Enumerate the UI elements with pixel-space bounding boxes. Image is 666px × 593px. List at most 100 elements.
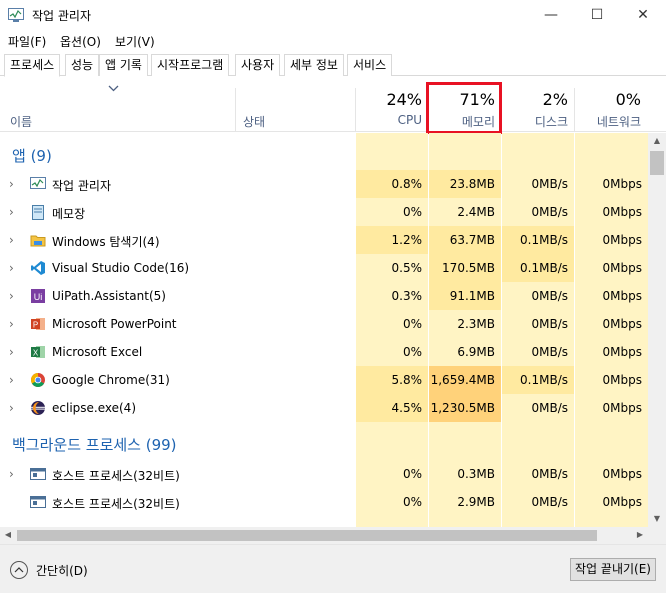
cpu-cell: 0.8% — [356, 170, 428, 198]
expand-chevron-icon[interactable]: › — [9, 467, 14, 481]
tab-performance[interactable]: 성능 — [65, 54, 100, 76]
cpu-cell: 0.3% — [391, 289, 423, 303]
memory-cell: 170.5MB — [429, 254, 501, 282]
expand-chevron-icon[interactable]: › — [9, 373, 14, 387]
vscode-icon — [30, 260, 46, 276]
expand-chevron-icon[interactable]: › — [9, 345, 14, 359]
scroll-right-arrow-icon[interactable]: ▶ — [632, 527, 648, 544]
vertical-scrollbar[interactable]: ▲ ▼ — [648, 133, 666, 527]
svg-text:Ui: Ui — [34, 292, 43, 302]
tab-services[interactable]: 서비스 — [347, 54, 393, 76]
table-row[interactable]: › Ui UiPath.Assistant(5) 0.3% 91.1MB 0MB… — [0, 282, 648, 310]
end-task-button[interactable]: 작업 끝내기(E) — [570, 558, 656, 581]
expand-chevron-icon[interactable]: › — [9, 401, 14, 415]
scroll-thumb[interactable] — [650, 151, 664, 175]
network-cell: 0Mbps — [602, 345, 642, 359]
notepad-icon — [30, 204, 46, 220]
scroll-up-arrow-icon[interactable]: ▲ — [648, 133, 666, 149]
disk-cell: 0MB/s — [531, 401, 568, 415]
tab-users[interactable]: 사용자 — [235, 54, 281, 76]
folder-icon — [30, 232, 46, 248]
expand-chevron-icon[interactable]: › — [9, 289, 14, 303]
table-row[interactable]: › Visual Studio Code(16) 0.5% 170.5MB 0.… — [0, 254, 648, 282]
close-button[interactable]: ✕ — [620, 0, 666, 31]
disk-cell: 0.1MB/s — [502, 254, 574, 282]
svg-text:P: P — [33, 321, 38, 330]
disk-cell: 0MB/s — [531, 317, 568, 331]
group-background[interactable]: 백그라운드 프로세스 (99) — [12, 434, 177, 455]
network-cell: 0Mbps — [602, 373, 642, 387]
disk-cell: 0MB/s — [531, 345, 568, 359]
table-row[interactable]: › eclipse.exe(4) 4.5% 1,230.5MB 0MB/s 0M… — [0, 394, 648, 422]
memory-column-highlight — [426, 82, 502, 134]
network-percent[interactable]: 0% — [575, 90, 641, 109]
disk-cell: 0MB/s — [531, 467, 568, 481]
cpu-cell: 0% — [402, 467, 422, 481]
tab-processes[interactable]: 프로세스 — [4, 54, 61, 77]
scroll-left-arrow-icon[interactable]: ◀ — [0, 527, 16, 544]
table-row[interactable]: › 작업 관리자 0.8% 23.8MB 0MB/s 0Mbps — [0, 170, 648, 198]
table-row[interactable]: › Google Chrome(31) 5.8% 1,659.4MB 0.1MB… — [0, 366, 648, 394]
cpu-percent[interactable]: 24% — [356, 90, 422, 109]
network-cell: 0Mbps — [602, 289, 642, 303]
collapse-chevron-icon[interactable] — [10, 561, 28, 579]
memory-cell: 2.4MB — [457, 205, 495, 219]
expand-chevron-icon[interactable]: › — [9, 261, 14, 275]
column-status[interactable]: 상태 — [243, 113, 265, 130]
menu-view[interactable]: 보기(V) — [115, 33, 155, 50]
process-name: 호스트 프로세스(32비트) — [52, 497, 180, 511]
memory-cell: 91.1MB — [429, 282, 501, 310]
disk-cell: 0MB/s — [531, 177, 568, 191]
network-cell: 0Mbps — [602, 467, 642, 481]
table-row[interactable]: › Windows 탐색기(4) 1.2% 63.7MB 0.1MB/s 0Mb… — [0, 226, 648, 254]
memory-cell: 1,230.5MB — [429, 394, 501, 422]
maximize-button[interactable]: ☐ — [574, 0, 620, 31]
horizontal-scroll-thumb[interactable] — [17, 530, 597, 541]
process-list: 앱 (9) › 작업 관리자 0.8% 23.8MB 0MB/s 0Mbps ›… — [0, 133, 648, 527]
table-row[interactable]: › 메모장 0% 2.4MB 0MB/s 0Mbps — [0, 198, 648, 226]
chrome-icon — [30, 372, 46, 388]
column-network[interactable]: 네트워크 — [575, 113, 641, 130]
menu-options[interactable]: 옵션(O) — [60, 33, 101, 50]
disk-cell: 0MB/s — [531, 289, 568, 303]
menu-bar: 파일(F) 옵션(O) 보기(V) — [0, 31, 666, 51]
column-disk[interactable]: 디스크 — [502, 113, 568, 130]
disk-cell: 0MB/s — [531, 495, 568, 509]
svg-text:X: X — [33, 349, 39, 358]
expand-chevron-icon[interactable]: › — [9, 205, 14, 219]
excel-icon: X — [30, 344, 46, 360]
cpu-cell: 0.5% — [391, 261, 423, 275]
process-name: UiPath.Assistant(5) — [52, 289, 166, 303]
menu-file[interactable]: 파일(F) — [8, 33, 46, 50]
scroll-down-arrow-icon[interactable]: ▼ — [648, 511, 666, 527]
process-name: Microsoft Excel — [52, 345, 143, 359]
disk-cell: 0MB/s — [531, 205, 568, 219]
table-row[interactable]: › P Microsoft PowerPoint 0% 2.3MB 0MB/s … — [0, 310, 648, 338]
expand-chevron-icon[interactable]: › — [9, 233, 14, 247]
cpu-cell: 0% — [402, 345, 422, 359]
expand-chevron-icon[interactable]: › — [9, 317, 14, 331]
disk-percent[interactable]: 2% — [502, 90, 568, 109]
tab-details[interactable]: 세부 정보 — [284, 54, 344, 76]
memory-cell: 1,659.4MB — [429, 366, 501, 394]
fewer-details-link[interactable]: 간단히(D) — [36, 562, 88, 579]
memory-cell: 0.3MB — [457, 467, 495, 481]
cpu-cell: 0% — [402, 495, 422, 509]
horizontal-scrollbar[interactable]: ◀ ▶ — [0, 527, 648, 544]
column-cpu[interactable]: CPU — [356, 113, 422, 127]
group-apps[interactable]: 앱 (9) — [12, 145, 52, 166]
column-name[interactable]: 이름 — [10, 113, 32, 130]
table-row[interactable]: 호스트 프로세스(32비트) 0% 2.9MB 0MB/s 0Mbps — [0, 488, 648, 516]
tab-startup[interactable]: 시작프로그램 — [151, 54, 230, 76]
table-row[interactable]: › X Microsoft Excel 0% 6.9MB 0MB/s 0Mbps — [0, 338, 648, 366]
table-row[interactable]: › 호스트 프로세스(32비트) 0% 0.3MB 0MB/s 0Mbps — [0, 460, 648, 488]
expand-chevron-icon[interactable]: › — [9, 177, 14, 191]
sort-chevron-icon[interactable] — [108, 84, 119, 95]
tab-app-history[interactable]: 앱 기록 — [99, 54, 148, 76]
network-cell: 0Mbps — [602, 261, 642, 275]
minimize-button[interactable]: — — [528, 0, 574, 31]
header-divider[interactable] — [235, 88, 236, 132]
task-manager-app-icon — [8, 8, 24, 22]
footer-bar: 간단히(D) 작업 끝내기(E) — [0, 544, 666, 593]
eclipse-icon — [30, 400, 46, 416]
